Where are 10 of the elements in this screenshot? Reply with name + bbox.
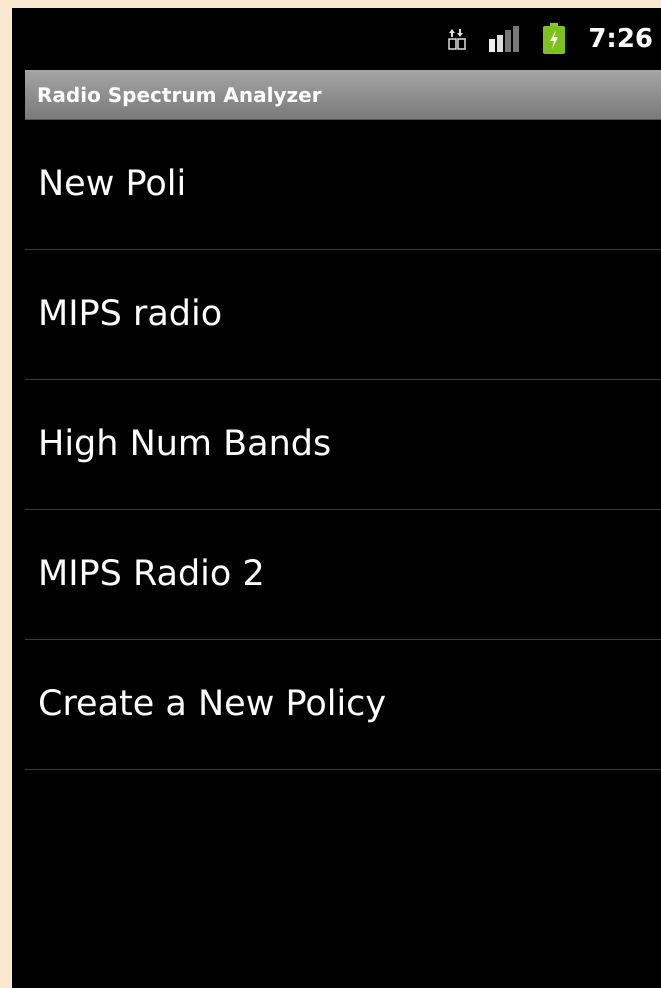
policy-list-item[interactable]: MIPS radio bbox=[25, 250, 661, 380]
policy-list-item[interactable]: MIPS Radio 2 bbox=[25, 510, 661, 640]
data-3g-icon bbox=[448, 28, 466, 50]
policy-list-item[interactable]: New Poli bbox=[25, 120, 661, 250]
battery-charging-icon bbox=[542, 23, 566, 55]
app-title: Radio Spectrum Analyzer bbox=[37, 82, 322, 108]
policy-list-item[interactable]: Create a New Policy bbox=[25, 640, 661, 770]
status-time: 7:26 bbox=[588, 22, 653, 56]
policy-list-item[interactable]: High Num Bands bbox=[25, 380, 661, 510]
signal-icon bbox=[488, 25, 520, 53]
